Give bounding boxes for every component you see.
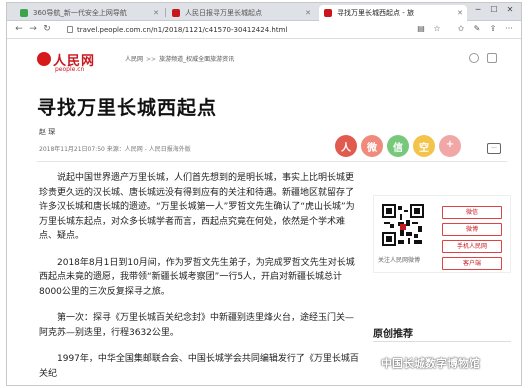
recommend-divider <box>373 341 511 342</box>
logo-mark-icon <box>37 52 51 66</box>
tab-label: 人民日报寻万里长城起点 <box>185 9 262 17</box>
favorite-star-icon[interactable]: ☆ <box>431 24 443 33</box>
close-tab-icon[interactable]: ✕ <box>457 5 463 21</box>
back-icon[interactable]: ← <box>13 24 25 34</box>
360-favicon-icon <box>20 9 28 17</box>
notes-icon[interactable]: ✎ <box>471 24 483 33</box>
lock-icon <box>67 26 73 33</box>
logo-subtext: people.cn <box>55 66 85 73</box>
article-title: 寻找万里长城西起点 <box>37 97 218 119</box>
qr-label: 关注人民网微博 <box>378 257 421 264</box>
article-author: 赵 琛 <box>39 128 56 136</box>
client-app-button[interactable]: 客户端 <box>442 257 502 270</box>
share-more-icon[interactable]: + <box>439 135 461 157</box>
divider <box>37 161 507 162</box>
people-favicon-icon <box>172 9 180 17</box>
share-icon[interactable]: ⇪ <box>487 24 499 33</box>
url-text: travel.people.com.cn/n1/2018/1121/c41570… <box>77 26 288 34</box>
weibo-button[interactable]: 微博 <box>442 223 502 236</box>
breadcrumb: 人民网 >> 旅游频道_权威全面旅游资讯 <box>125 56 235 63</box>
tab-360[interactable]: 360导航_新一代安全上网导航 ✕ <box>15 5 163 21</box>
breadcrumb-home[interactable]: 人民网 <box>125 56 143 63</box>
tab-people-daily[interactable]: 人民日报寻万里长城起点 ✕ <box>167 5 315 21</box>
tab-label: 360导航_新一代安全上网导航 <box>33 9 127 17</box>
share-weibo-icon[interactable]: 微 <box>361 135 383 157</box>
tab-label: 寻找万里长城西起点 - 旅 <box>337 9 414 17</box>
maximize-icon[interactable]: ☐ <box>487 5 501 14</box>
screenshot-frame: 360导航_新一代安全上网导航 ✕ 人民日报寻万里长城起点 ✕ 寻找万里长城西起… <box>6 2 522 386</box>
reading-view-icon[interactable]: ▤ <box>415 24 427 33</box>
recommend-heading: 原创推荐 <box>373 329 413 340</box>
share-people-icon[interactable]: 人 <box>335 135 357 157</box>
refresh-icon[interactable]: ↻ <box>41 24 53 34</box>
people-favicon-icon <box>324 9 332 17</box>
tab-active-article[interactable]: 寻找万里长城西起点 - 旅 ✕ <box>319 5 467 21</box>
url-field[interactable]: travel.people.com.cn/n1/2018/1121/c41570… <box>67 24 427 36</box>
article-paragraph: 说起中国世界遗产万里长城，人们首先想到的是明长城，事实上比明长城更珍贵更久远的汉… <box>39 173 355 241</box>
share-qzone-icon[interactable]: 空 <box>413 135 435 157</box>
mobile-icon[interactable] <box>487 53 497 63</box>
comment-icon[interactable]: ··· <box>487 143 501 154</box>
article-paragraph: 1997年，中华全国集邮联合会、中国长城学会共同编辑发行了《万里长城百关纪 <box>39 354 359 379</box>
people-logo[interactable]: 人民网 people.cn <box>37 50 97 74</box>
article-paragraph: 第一次：探寻《万里长城百关纪念封》中新疆别迭里烽火台，途经玉门关—阿克苏—别迭里… <box>39 313 355 338</box>
user-icon[interactable] <box>469 53 479 63</box>
share-wechat-icon[interactable]: 信 <box>387 135 409 157</box>
close-window-icon[interactable]: ✕ <box>503 5 517 14</box>
article-meta: 2018年11月21日07:50 来源：人民网 - 人民日报海外版 <box>39 146 191 153</box>
tab-bar: 360导航_新一代安全上网导航 ✕ 人民日报寻万里长城起点 ✕ 寻找万里长城西起… <box>7 3 521 21</box>
article-body: 说起中国世界遗产万里长城，人们首先想到的是明长城，事实上比明长城更珍贵更久远的汉… <box>39 171 361 385</box>
qr-code-icon <box>382 204 424 246</box>
article-paragraph: 2018年8月1日到10月间，作为罗哲文先生弟子，为完成罗哲文先生对长城西起点未… <box>39 257 355 297</box>
close-tab-icon[interactable]: ✕ <box>305 5 311 21</box>
follow-box: 关注人民网微博 微信 微博 手机人民网 客户端 <box>373 195 511 273</box>
mobile-site-button[interactable]: 手机人民网 <box>442 240 502 253</box>
forward-icon[interactable]: → <box>27 24 39 34</box>
close-tab-icon[interactable]: ✕ <box>153 5 159 21</box>
breadcrumb-channel[interactable]: 旅游频道_权威全面旅游资讯 <box>159 56 234 63</box>
watermark-text: 中国长城数字博物馆 <box>381 357 480 370</box>
favorites-icon[interactable]: ✩ <box>455 24 467 33</box>
address-bar: ← → ↻ travel.people.com.cn/n1/2018/1121/… <box>7 21 521 39</box>
wechat-button[interactable]: 微信 <box>442 206 502 219</box>
minimize-icon[interactable]: ─ <box>471 5 485 14</box>
more-icon[interactable]: ··· <box>503 24 515 33</box>
